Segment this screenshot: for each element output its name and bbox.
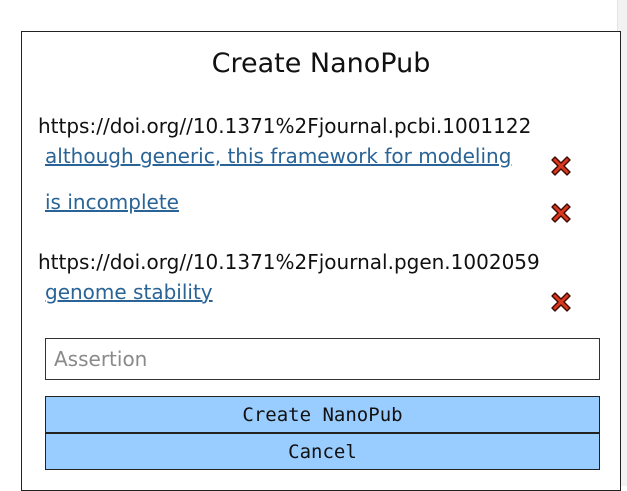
source-url-1: https://doi.org//10.1371%2Fjournal.pcbi.… (38, 114, 532, 138)
dialog-title: Create NanoPub (211, 48, 431, 79)
highlight-link-2[interactable]: is incomplete (45, 190, 179, 214)
delete-icon[interactable] (548, 153, 574, 179)
delete-icon[interactable] (548, 289, 574, 315)
delete-icon[interactable] (548, 200, 574, 226)
source-url-2: https://doi.org//10.1371%2Fjournal.pgen.… (38, 250, 540, 274)
create-nanopub-button[interactable]: Create NanoPub (45, 396, 600, 433)
highlight-link-1[interactable]: although generic, this framework for mod… (45, 144, 522, 168)
page-background (0, 0, 627, 30)
highlight-link-3[interactable]: genome stability (45, 280, 213, 304)
cancel-button[interactable]: Cancel (45, 433, 600, 470)
create-nanopub-dialog: Create NanoPub https://doi.org//10.1371%… (21, 31, 621, 491)
assertion-input[interactable] (45, 338, 600, 380)
